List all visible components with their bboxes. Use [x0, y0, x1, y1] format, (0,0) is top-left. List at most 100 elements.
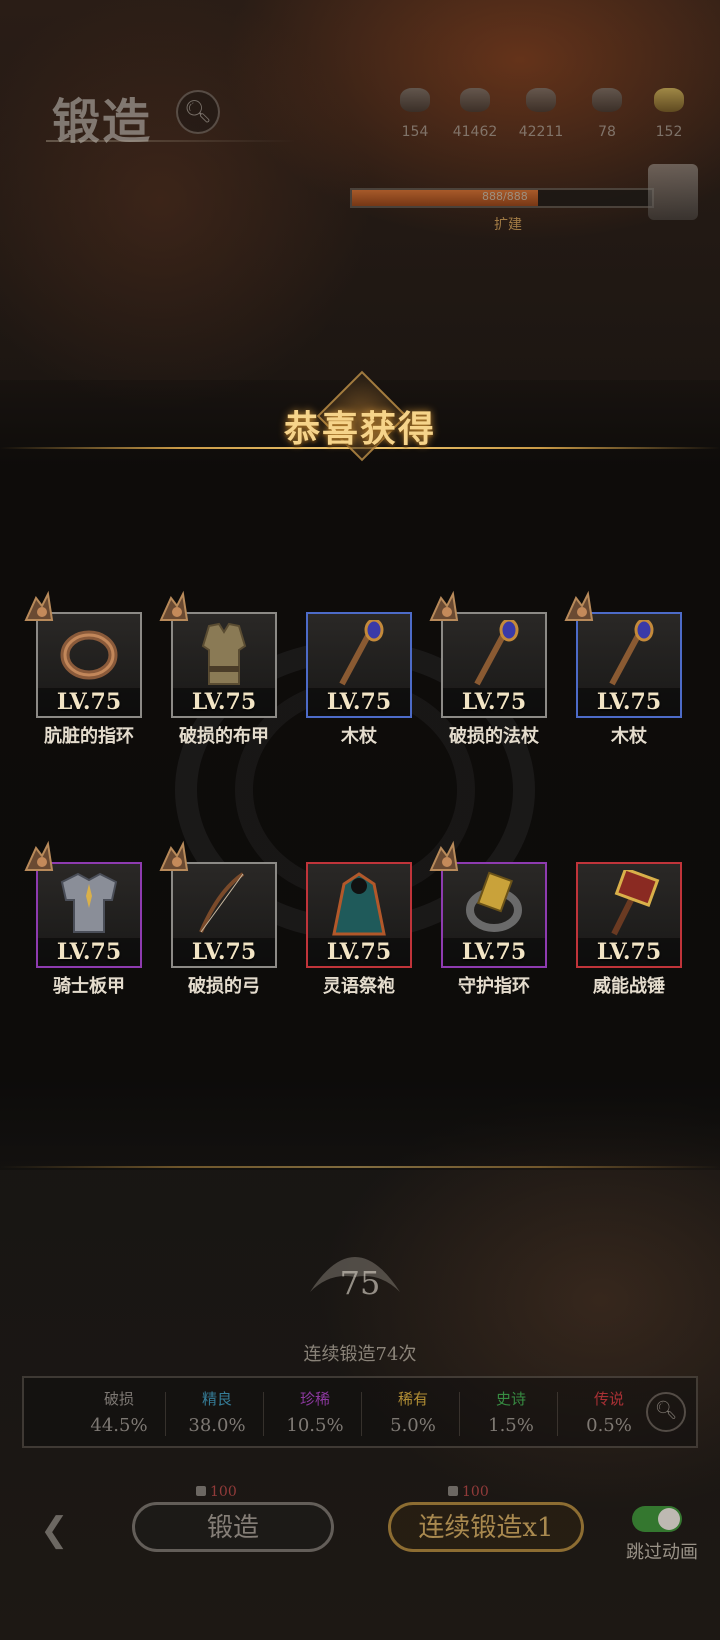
rate-value: 5.0%: [390, 1415, 436, 1436]
resource-ore[interactable]: 154: [385, 88, 445, 140]
resource-value: 42211: [518, 124, 564, 140]
resource-crystal[interactable]: 78: [577, 88, 637, 140]
rate-value: 44.5%: [90, 1415, 148, 1436]
item-level: LV.75: [38, 688, 140, 716]
rate-divider: [361, 1392, 362, 1436]
staff-icon: [324, 618, 394, 686]
continuous-forge-button[interactable]: 连续锻造x1: [388, 1502, 584, 1552]
forge-badge-icon: [159, 590, 189, 621]
rate-divider: [557, 1392, 558, 1436]
resource-value: 152: [655, 124, 683, 140]
resource-value: 154: [401, 124, 429, 140]
forge-badge: [22, 840, 56, 874]
title-divider: [46, 140, 296, 142]
staff-icon: [459, 618, 529, 686]
forge-badge-icon: [24, 590, 54, 621]
ingot-icon: [460, 88, 490, 112]
rate-name: 稀有: [397, 1390, 428, 1408]
anvil-icon[interactable]: [648, 164, 698, 220]
warhammer-icon: [594, 867, 664, 936]
forge-badge: [157, 840, 191, 874]
forge-badge-icon: [429, 590, 459, 621]
reward-item[interactable]: LV.75 破损的弓: [159, 840, 277, 997]
item-level: LV.75: [38, 938, 140, 966]
rate-value: 1.5%: [488, 1415, 534, 1436]
item-level: LV.75: [443, 688, 545, 716]
reward-item[interactable]: LV.75 守护指环: [429, 840, 547, 997]
item-level: LV.75: [578, 688, 680, 716]
back-arrow-icon[interactable]: ❮: [40, 1510, 90, 1550]
reward-item[interactable]: LV.75 灵语祭袍: [306, 862, 412, 997]
item-name: 破损的布甲: [179, 726, 269, 747]
resource-stone[interactable]: 42211: [511, 88, 571, 140]
item-level: LV.75: [173, 938, 275, 966]
item-name: 骑士板甲: [53, 976, 125, 997]
item-name: 破损的法杖: [449, 726, 539, 747]
forge-badge: [157, 590, 191, 624]
resource-ingot[interactable]: 41462: [445, 88, 505, 140]
crystal-icon: [592, 88, 622, 112]
search-icon[interactable]: 🔍︎: [176, 90, 220, 134]
item-name: 威能战锤: [593, 976, 665, 997]
rates-search-icon[interactable]: 🔍︎: [646, 1392, 686, 1432]
forge-badge-icon: [24, 840, 54, 871]
reward-item[interactable]: LV.75 威能战锤: [576, 862, 682, 997]
resource-value: 41462: [452, 124, 498, 140]
forge-badge: [22, 590, 56, 624]
rate-item: 珍稀 10.5%: [270, 1388, 360, 1436]
skip-animation-toggle[interactable]: [632, 1506, 682, 1532]
rate-item: 破损 44.5%: [74, 1388, 164, 1436]
reward-item[interactable]: LV.75 骑士板甲: [24, 840, 142, 997]
continuous-cost: 100: [448, 1484, 489, 1500]
forge-cost: 100: [196, 1484, 237, 1500]
hammer-icon: [448, 1486, 458, 1496]
staff-icon: [594, 618, 664, 686]
forge-badge: [427, 840, 461, 874]
guard-ring-icon: [459, 870, 529, 936]
ring-icon: [54, 620, 124, 686]
robe-icon: [324, 870, 394, 936]
forge-badge-icon: [564, 590, 594, 621]
reward-title: 恭喜获得: [283, 408, 436, 450]
ore-icon: [400, 88, 430, 112]
skip-animation-label: 跳过动画: [626, 1542, 698, 1563]
bow-icon: [189, 870, 259, 936]
forge-progress-bar: 888/888: [350, 188, 654, 208]
item-name: 木杖: [611, 726, 647, 747]
resource-value: 78: [598, 124, 616, 140]
reward-item[interactable]: LV.75 木杖: [564, 590, 682, 747]
stone-icon: [526, 88, 556, 112]
item-level: LV.75: [173, 688, 275, 716]
rate-item: 稀有 5.0%: [368, 1388, 458, 1436]
reward-item[interactable]: LV.75 木杖: [306, 612, 412, 747]
item-name: 灵语祭袍: [323, 976, 395, 997]
reward-item[interactable]: LV.75 肮脏的指环: [24, 590, 142, 747]
resource-bar: 154 41462 42211 78 152: [385, 88, 705, 158]
item-name: 守护指环: [458, 976, 530, 997]
reward-item[interactable]: LV.75 破损的布甲: [159, 590, 277, 747]
reward-item[interactable]: LV.75 破损的法杖: [429, 590, 547, 747]
rate-item: 传说 0.5%: [564, 1388, 654, 1436]
forge-button[interactable]: 锻造: [132, 1502, 334, 1552]
rate-name: 史诗: [495, 1390, 526, 1408]
item-name: 木杖: [341, 726, 377, 747]
item-name: 破损的弓: [188, 976, 260, 997]
item-level: LV.75: [443, 938, 545, 966]
cloth-armor-icon: [189, 620, 259, 686]
rate-name: 传说: [593, 1390, 624, 1408]
forge-badge: [427, 590, 461, 624]
rate-name: 精良: [201, 1390, 232, 1408]
hammer-icon: [196, 1486, 206, 1496]
rate-value: 10.5%: [286, 1415, 344, 1436]
rarity-rates-panel: 破损 44.5% 精良 38.0% 珍稀 10.5% 稀有 5.0% 史诗 1.…: [22, 1376, 698, 1448]
expand-label[interactable]: 扩建: [494, 214, 522, 234]
item-level: LV.75: [308, 938, 410, 966]
item-level: LV.75: [308, 688, 410, 716]
item-name: 肮脏的指环: [44, 726, 134, 747]
rate-divider: [459, 1392, 460, 1436]
rate-divider: [263, 1392, 264, 1436]
resource-gold[interactable]: 152: [639, 88, 699, 140]
progress-text: 888/888: [482, 190, 528, 203]
rate-item: 史诗 1.5%: [466, 1388, 556, 1436]
forge-level: 75: [339, 1264, 381, 1302]
